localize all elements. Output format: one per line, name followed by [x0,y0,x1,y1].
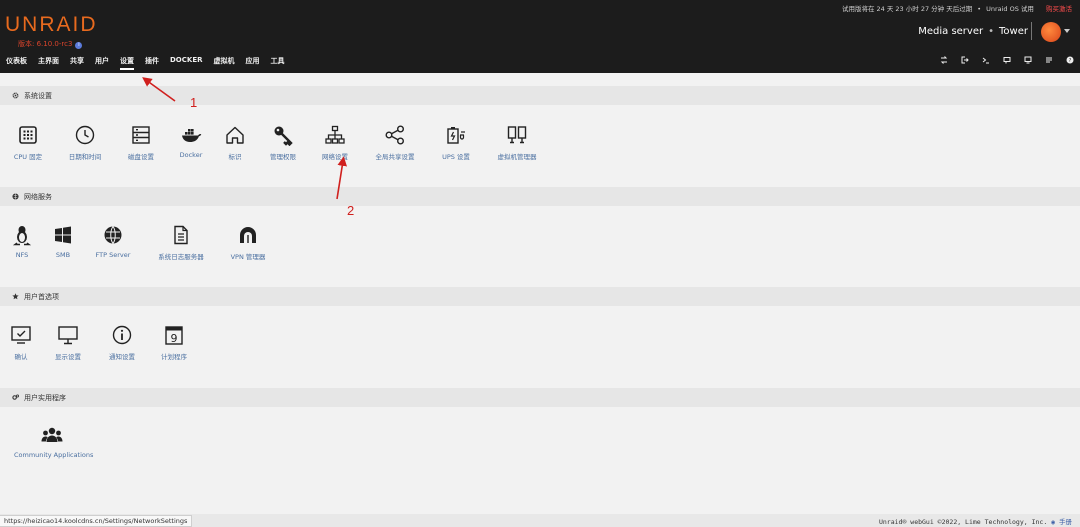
manual-link[interactable]: ◉ 手册 [1051,518,1072,526]
annotation-number-2: 2 [347,203,355,218]
arrow-to-network-settings [336,156,347,200]
annotation-arrows [142,77,347,200]
manual-label[interactable]: 手册 [1059,518,1072,526]
arrow-to-settings-tab [142,77,176,102]
copyright-text: Unraid® webGui ©2022, Lime Technology, I… [878,518,1048,526]
annotation-number-1: 1 [190,95,198,110]
status-url: https://heizicao14.koolcdns.cn/Settings/… [0,515,193,527]
footer-copyright: Unraid® webGui ©2022, Lime Technology, I… [879,516,1072,526]
